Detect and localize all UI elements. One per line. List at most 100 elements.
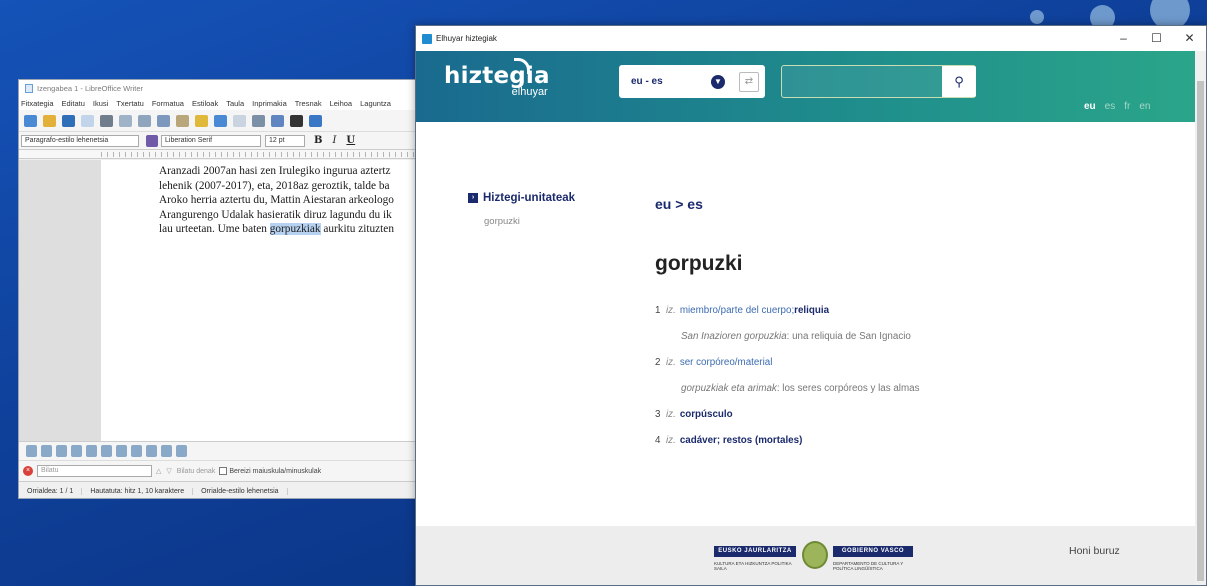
eusko-jaurlaritza-logo: EUSKO JAURLARITZA <box>714 546 796 557</box>
lang-fr[interactable]: fr <box>1124 101 1130 112</box>
new-doc-icon[interactable] <box>24 114 37 127</box>
menu-table[interactable]: Taula <box>226 99 244 108</box>
menu-window[interactable]: Leihoa <box>330 99 353 108</box>
sidebar-header[interactable]: › Hiztegi-unitateak <box>468 192 575 204</box>
status-selection: Hautatuta: hitz 1, 10 karaktere <box>82 487 194 495</box>
style-icon[interactable] <box>146 134 158 147</box>
font-name-select[interactable]: Liberation Serif <box>161 134 261 147</box>
sidebar-title: Hiztegi-unitateak <box>483 192 576 204</box>
maximize-icon[interactable]: ☐ <box>1140 26 1173 51</box>
site-footer: EUSKO JAURLARITZA KULTURA ETA HIZKUNTZA … <box>416 526 1195 585</box>
elhuyar-titlebar: Elhuyar hiztegiak – ☐ ✕ <box>416 26 1206 51</box>
chevron-down-icon[interactable]: ▼ <box>711 74 725 89</box>
menu-help[interactable]: Laguntza <box>360 99 391 108</box>
ui-language-switcher: eu es fr en <box>1084 101 1150 112</box>
lang-en[interactable]: en <box>1139 101 1150 112</box>
clone-icon[interactable] <box>195 114 208 127</box>
redo-icon[interactable] <box>233 114 246 127</box>
example-item: gorpuzkiak eta arimak: los seres corpóre… <box>681 382 920 394</box>
insert-table-icon[interactable] <box>309 114 322 127</box>
menu-file[interactable]: Fitxategia <box>21 99 54 108</box>
about-link[interactable]: Honi buruz <box>1069 545 1120 557</box>
translation-link[interactable]: corpúsculo <box>680 409 733 420</box>
find-replace-icon[interactable] <box>252 114 265 127</box>
status-page-style: Orrialde-estilo lehenetsia <box>193 487 288 495</box>
translation-link[interactable]: cadáver; restos (mortales) <box>680 435 803 446</box>
save-icon[interactable] <box>62 114 75 127</box>
close-icon[interactable]: ✕ <box>1173 26 1206 51</box>
underline-button[interactable]: U <box>346 135 355 146</box>
pos-tag: iz. <box>666 356 676 368</box>
government-seal-icon <box>802 541 828 569</box>
menu-styles[interactable]: Estiloak <box>192 99 218 108</box>
font-size-select[interactable]: 12 pt <box>265 134 305 147</box>
close-icon[interactable]: × <box>23 466 33 476</box>
find-all-button[interactable]: Bilatu denak <box>177 468 216 475</box>
window-title: Elhuyar hiztegiak <box>436 34 497 43</box>
find-input[interactable]: Bilatu <box>37 465 152 477</box>
logo-arc-icon <box>514 58 530 74</box>
bottom-toolbar <box>19 441 419 460</box>
page-icon[interactable] <box>71 445 82 457</box>
elhuyar-app-icon <box>422 33 432 44</box>
units-sidebar: › Hiztegi-unitateak gorpuzki <box>468 192 575 227</box>
bold-button[interactable]: B <box>314 135 322 146</box>
selected-word[interactable]: gorpuzkiak <box>269 223 321 235</box>
menu-tools[interactable]: Tresnak <box>295 99 322 108</box>
cut-icon[interactable] <box>138 114 151 127</box>
formatting-marks-icon[interactable] <box>290 114 303 127</box>
find-toolbar: × Bilatu △ ▽ Bilatu denak Bereizi maiusk… <box>19 460 419 481</box>
export-pdf-icon[interactable] <box>81 114 94 127</box>
find-next-icon[interactable]: ▽ <box>166 467 171 475</box>
page-icon[interactable] <box>116 445 127 457</box>
minimize-icon[interactable]: – <box>1107 26 1140 51</box>
print-preview-icon[interactable] <box>119 114 132 127</box>
translation-link[interactable]: reliquia <box>794 305 829 316</box>
pos-tag: iz. <box>666 304 676 316</box>
copy-icon[interactable] <box>157 114 170 127</box>
menu-edit[interactable]: Editatu <box>62 99 85 108</box>
menu-view[interactable]: Ikusi <box>93 99 108 108</box>
menu-insert[interactable]: Txertatu <box>116 99 144 108</box>
translation-link[interactable]: ser corpóreo/material <box>680 357 773 368</box>
search-box: ⚲ <box>781 65 976 98</box>
search-input[interactable] <box>782 66 940 97</box>
match-case-checkbox[interactable] <box>219 467 228 475</box>
paste-icon[interactable] <box>176 114 189 127</box>
page-icon[interactable] <box>86 445 97 457</box>
sense-item: 2 iz. ser corpóreo/material <box>655 356 773 368</box>
page-icon[interactable] <box>41 445 52 457</box>
hiztegia-logo[interactable]: hiztegia elhuyar <box>444 63 550 98</box>
direction-label: eu > es <box>655 196 703 212</box>
page-icon[interactable] <box>56 445 67 457</box>
search-icon[interactable]: ⚲ <box>942 66 976 97</box>
lang-eu[interactable]: eu <box>1084 101 1096 112</box>
comment-icon[interactable] <box>161 445 172 457</box>
sidebar-item-gorpuzki[interactable]: gorpuzki <box>484 216 575 227</box>
document-area[interactable]: Aranzadi 2007an hasi zen Irulegiko ingur… <box>19 160 419 441</box>
scrollbar-thumb[interactable] <box>1197 81 1204 581</box>
undo-icon[interactable] <box>214 114 227 127</box>
page-icon[interactable] <box>101 445 112 457</box>
scrollbar[interactable] <box>1195 51 1206 585</box>
open-icon[interactable] <box>43 114 56 127</box>
insert-icon[interactable] <box>26 445 37 457</box>
find-previous-icon[interactable]: △ <box>156 467 161 475</box>
document-page[interactable]: Aranzadi 2007an hasi zen Irulegiko ingur… <box>101 160 419 441</box>
translation-link[interactable]: miembro/parte del cuerpo; <box>680 305 794 316</box>
doc-line: Arangurengo Udalak hasieratik diruz lagu… <box>159 208 392 221</box>
italic-button[interactable]: I <box>332 135 336 146</box>
page-icon[interactable] <box>146 445 157 457</box>
pos-tag: iz. <box>666 408 676 420</box>
menu-form[interactable]: Inprimakia <box>252 99 287 108</box>
lang-es[interactable]: es <box>1105 101 1116 112</box>
paragraph-style-select[interactable]: Paragrafo-estilo lehenetsia <box>21 134 139 147</box>
page-icon[interactable] <box>131 445 142 457</box>
menu-format[interactable]: Formatua <box>152 99 184 108</box>
print-icon[interactable] <box>100 114 113 127</box>
track-changes-icon[interactable] <box>176 445 187 457</box>
spelling-icon[interactable] <box>271 114 284 127</box>
desktop-bubble <box>1030 10 1044 24</box>
language-pair-select[interactable]: eu - es ▼ ⇄ <box>619 65 765 98</box>
swap-languages-icon[interactable]: ⇄ <box>739 71 759 92</box>
